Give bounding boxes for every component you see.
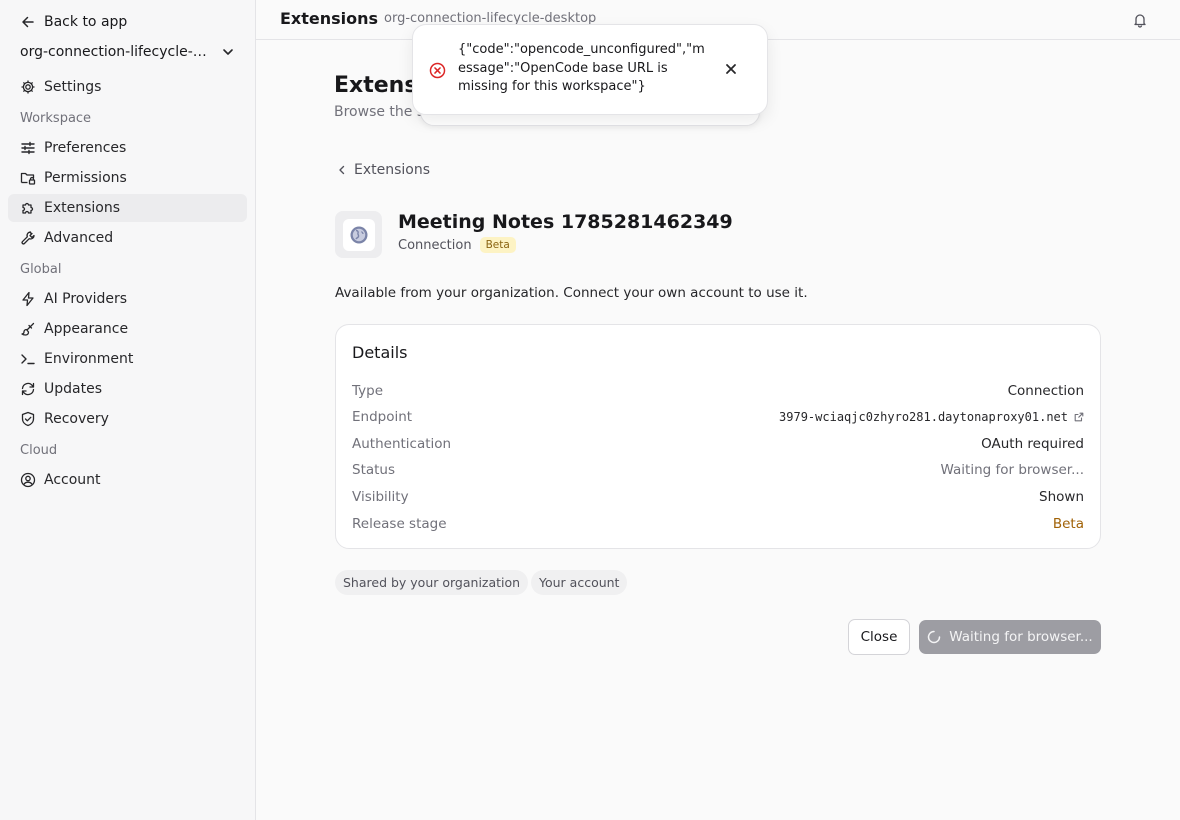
detail-row-authentication: Authentication OAuth required [352, 434, 1084, 454]
shield-check-icon [21, 411, 35, 427]
sidebar-item-label: AI Providers [44, 291, 128, 307]
breadcrumb-label: Extensions [354, 162, 431, 178]
sidebar-item-label: Account [44, 472, 101, 488]
beta-badge: Beta [479, 237, 516, 253]
waiting-label: Waiting for browser... [949, 629, 1093, 645]
globe-icon [350, 226, 367, 243]
sidebar-item-label: Permissions [44, 170, 127, 186]
sidebar-item-appearance[interactable]: Appearance [8, 315, 247, 343]
chevron-down-icon [223, 49, 233, 55]
detail-label: Visibility [352, 489, 409, 505]
folder-lock-icon [20, 172, 36, 185]
waiting-for-browser-button[interactable]: Waiting for browser... [919, 620, 1101, 654]
user-circle-icon [20, 472, 36, 488]
sidebar-item-account[interactable]: Account [8, 466, 247, 494]
bell-icon[interactable] [1132, 12, 1148, 28]
sidebar-item-label: Extensions [44, 200, 121, 216]
extension-type-row: Connection Beta [398, 237, 516, 253]
arrow-left-icon [22, 16, 34, 28]
sidebar-item-label: Updates [44, 381, 102, 397]
chip-shared-by-org: Shared by your organization [335, 570, 529, 595]
sidebar-item-ai-providers[interactable]: AI Providers [8, 285, 247, 313]
section-label-global: Global [20, 262, 62, 277]
page-subtitle: Browse the s [334, 104, 425, 120]
sidebar-item-label: Advanced [44, 230, 114, 246]
lightning-icon [22, 291, 34, 307]
sidebar-item-permissions[interactable]: Permissions [8, 164, 247, 192]
detail-row-endpoint: Endpoint 3979-wciaqjc0zhyro281.daytonapr… [352, 407, 1084, 427]
extension-icon-container [335, 211, 382, 258]
error-toast: {"code":"opencode_unconfigured","message… [412, 24, 768, 115]
gear-icon [21, 80, 35, 94]
chevron-left-icon [339, 165, 345, 175]
availability-text: Available from your organization. Connec… [335, 285, 808, 301]
sidebar-item-label: Settings [44, 79, 102, 95]
close-icon[interactable] [724, 62, 738, 76]
puzzle-icon [22, 202, 34, 214]
terminal-icon [21, 354, 35, 365]
toast-message: {"code":"opencode_unconfigured","message… [458, 42, 705, 94]
sidebar-item-label: Environment [44, 351, 134, 367]
workspace-selector[interactable]: org-connection-lifecycle-desktop [20, 41, 236, 63]
close-button[interactable]: Close [848, 619, 910, 655]
detail-row-release-stage: Release stage Beta [352, 514, 1084, 534]
detail-row-status: Status Waiting for browser... [352, 460, 1084, 480]
extension-type: Connection [398, 237, 472, 253]
detail-label: Release stage [352, 516, 447, 532]
sidebar-item-label: Appearance [44, 321, 129, 337]
back-to-app-label: Back to app [44, 14, 128, 30]
paintbrush-icon [21, 322, 35, 336]
sidebar-item-advanced[interactable]: Advanced [8, 224, 247, 252]
detail-label: Endpoint [352, 409, 413, 425]
extension-icon-tile [342, 218, 375, 251]
section-label-workspace: Workspace [20, 111, 92, 126]
breadcrumb-back-extensions[interactable]: Extensions [336, 161, 430, 179]
section-label-cloud: Cloud [20, 443, 58, 458]
details-title: Details [352, 343, 408, 362]
back-to-app-link[interactable]: Back to app [20, 12, 127, 32]
spinner-icon [928, 630, 941, 644]
sidebar-item-label: Recovery [44, 411, 109, 427]
workspace-name: org-connection-lifecycle-desktop [20, 44, 210, 60]
sidebar-item-environment[interactable]: Environment [8, 345, 247, 373]
chip-your-account: Your account [531, 570, 628, 595]
endpoint-link[interactable]: 3979-wciaqjc0zhyro281.daytonaproxy01.net [779, 410, 1084, 424]
detail-value: Waiting for browser... [940, 462, 1084, 478]
wrench-icon [21, 231, 35, 245]
sidebar-item-extensions[interactable]: Extensions [8, 194, 247, 222]
details-card: Details Type Connection Endpoint 3979-wc… [335, 324, 1101, 549]
error-circle-icon [429, 62, 446, 79]
detail-value: Shown [1039, 489, 1084, 505]
detail-row-visibility: Visibility Shown [352, 487, 1084, 507]
refresh-icon [21, 382, 35, 396]
sidebar-item-preferences[interactable]: Preferences [8, 134, 247, 162]
detail-row-type: Type Connection [352, 381, 1084, 401]
detail-label: Type [352, 383, 384, 399]
sidebar: Back to app org-connection-lifecycle-de s… [0, 0, 256, 820]
detail-value: Connection [1007, 383, 1084, 399]
endpoint-url: 3979-wciaqjc0zhyro281.daytonaproxy01.net [779, 410, 1068, 424]
sliders-icon [21, 141, 35, 155]
detail-label: Status [352, 462, 396, 478]
detail-value: Beta [1052, 516, 1084, 532]
detail-label: Authentication [352, 436, 452, 452]
sidebar-item-settings[interactable]: Settings [8, 73, 247, 101]
top-bar-title: Extensions [280, 9, 379, 28]
detail-value: OAuth required [981, 436, 1084, 452]
sidebar-item-label: Preferences [44, 140, 127, 156]
sidebar-item-updates[interactable]: Updates [8, 375, 247, 403]
external-link-icon [1074, 412, 1084, 422]
sidebar-item-recovery[interactable]: Recovery [8, 405, 247, 433]
extension-name: Meeting Notes 1785281462349 [398, 211, 733, 233]
